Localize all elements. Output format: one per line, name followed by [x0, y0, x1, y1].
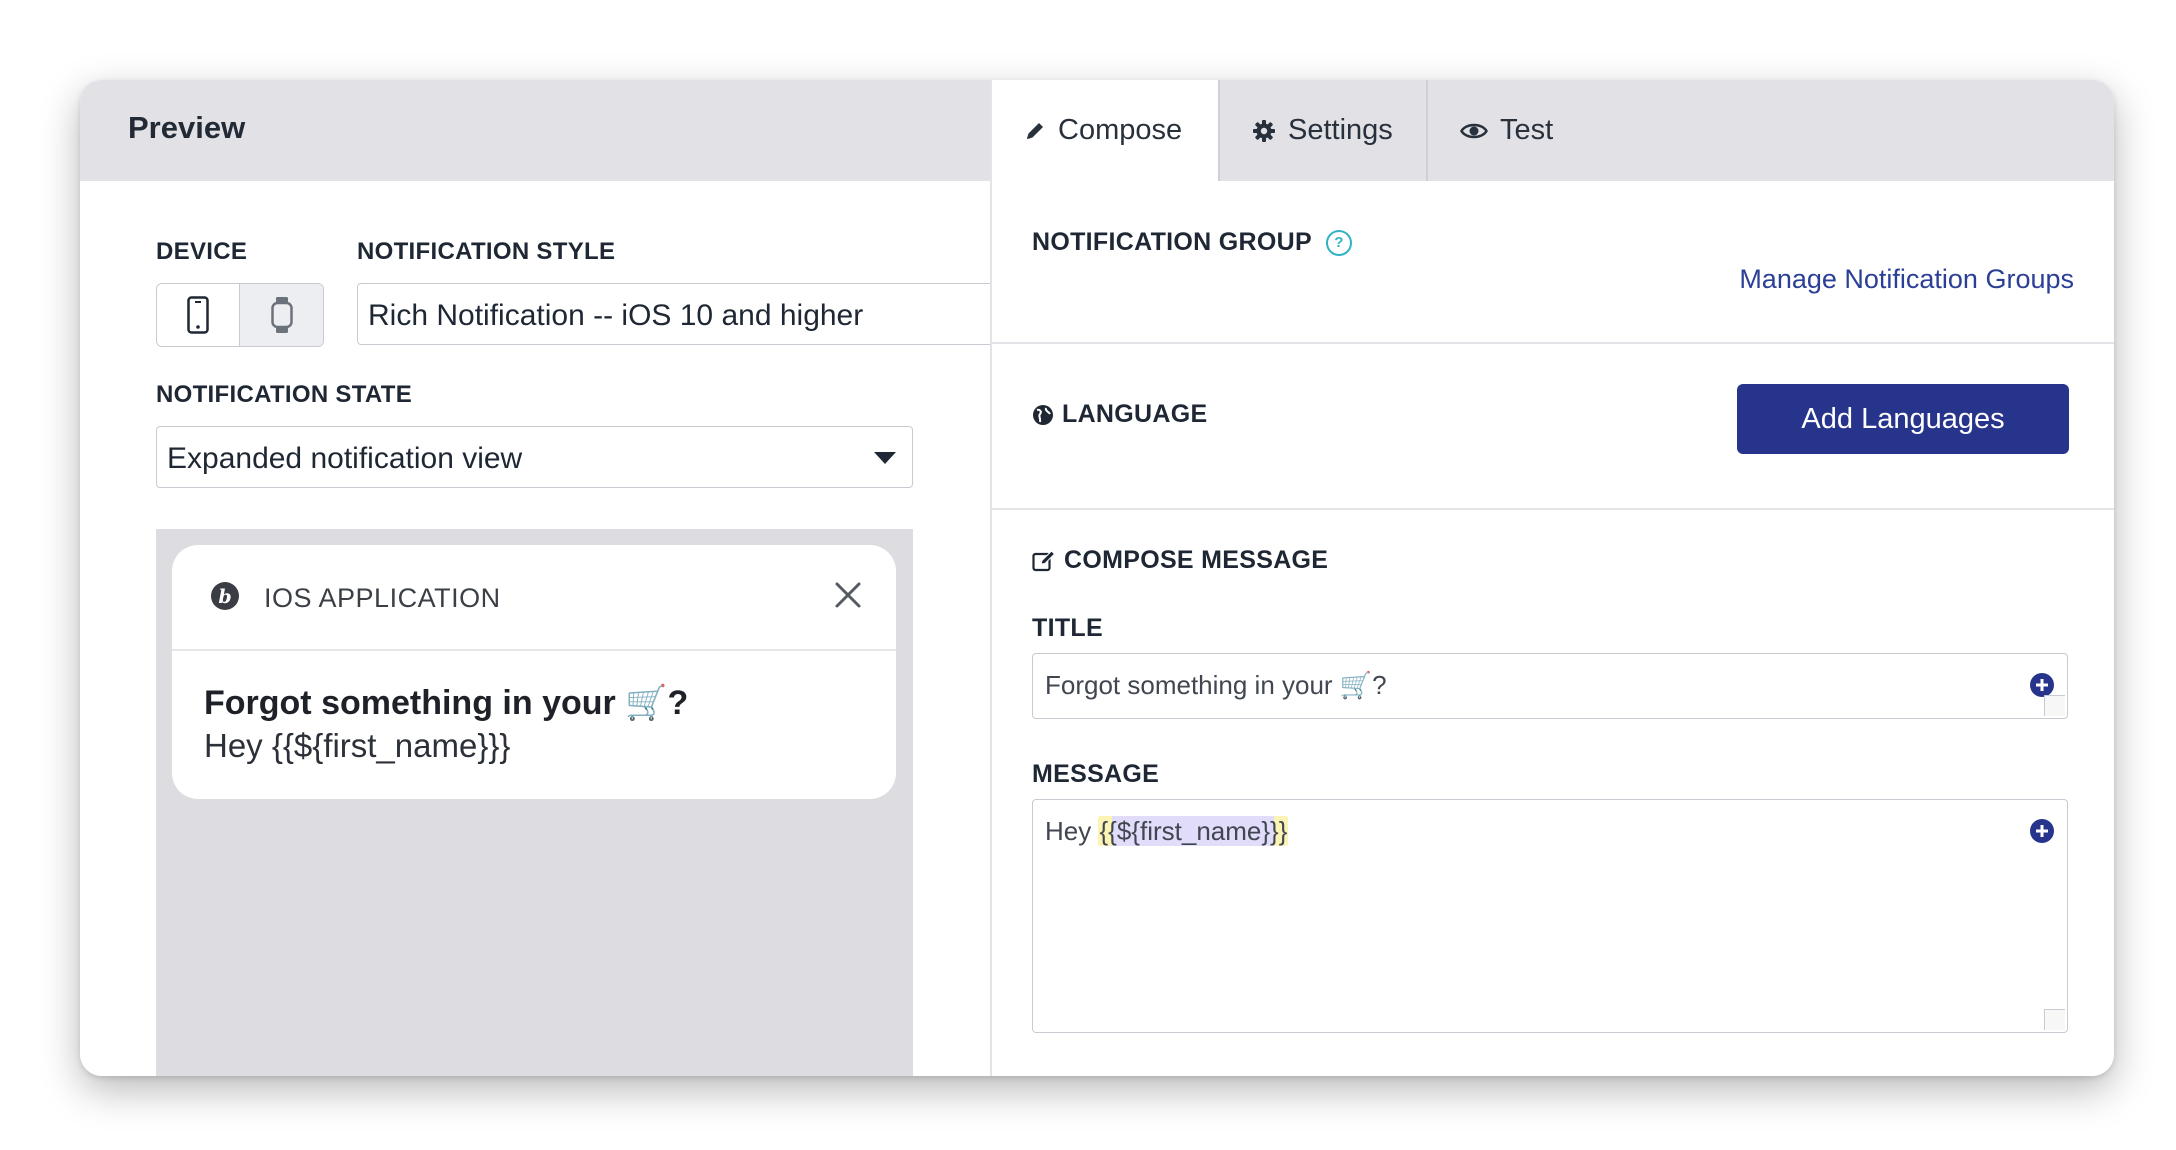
divider — [992, 342, 2114, 344]
compose-message-label: COMPOSE MESSAGE — [1032, 546, 1328, 575]
tab-test[interactable]: Test — [1426, 80, 1606, 181]
tab-compose-label: Compose — [1058, 114, 1183, 146]
preview-header: Preview — [80, 80, 990, 181]
notification-state-value: Expanded notification view — [167, 442, 523, 475]
manage-notification-groups-link[interactable]: Manage Notification Groups — [1739, 264, 2074, 295]
globe-icon — [1033, 404, 1053, 425]
notification-state-label: NOTIFICATION STATE — [156, 381, 413, 408]
svg-text:b: b — [218, 586, 231, 608]
notification-app-name: IOS APPLICATION — [264, 583, 501, 613]
message-textarea[interactable]: Hey {{${first_name}}} — [1032, 799, 2068, 1033]
title-label: TITLE — [1032, 614, 1103, 642]
tab-compose[interactable]: Compose — [992, 80, 1218, 181]
compose-panel: Compose Settings Test NOTIFICATION GROUP… — [990, 80, 2114, 1076]
resize-handle[interactable] — [2044, 695, 2065, 716]
message-textarea-value: Hey {{${first_name}}} — [1045, 816, 1289, 846]
notification-style-label: NOTIFICATION STYLE — [357, 238, 616, 265]
add-personalization-icon[interactable] — [2029, 818, 2055, 844]
notification-header: b IOS APPLICATION — [172, 545, 896, 651]
dropdown-caret-icon — [874, 452, 896, 464]
gear-icon — [1253, 119, 1275, 142]
edit-icon — [1032, 549, 1056, 571]
help-icon[interactable]: ? — [1325, 229, 1352, 256]
campaign-composer-window: Preview DEVICE NOTIFICATION STYLE Rich N… — [80, 80, 2114, 1076]
notification-body: Hey {{${first_name}}} — [204, 727, 511, 764]
close-icon[interactable] — [832, 579, 864, 611]
app-logo-icon: b — [211, 582, 239, 610]
pencil-icon — [1027, 122, 1043, 139]
preview-title: Preview — [128, 110, 246, 145]
phone-device-button[interactable] — [157, 284, 240, 346]
preview-panel: Preview DEVICE NOTIFICATION STYLE Rich N… — [80, 80, 1114, 1076]
watch-device-button[interactable] — [240, 284, 323, 346]
phone-icon — [187, 296, 209, 334]
tab-bar: Compose Settings Test — [992, 80, 2114, 181]
message-label: MESSAGE — [1032, 760, 1160, 788]
eye-icon — [1460, 123, 1488, 138]
add-languages-button[interactable]: Add Languages — [1737, 384, 2069, 454]
notification-style-value: Rich Notification -- iOS 10 and higher — [368, 299, 864, 332]
notification-group-label: NOTIFICATION GROUP ? — [1032, 228, 1352, 257]
watch-icon — [270, 297, 293, 333]
notification-preview-area: b IOS APPLICATION Forgot something in yo… — [156, 529, 913, 1076]
notification-title: Forgot something in your 🛒? — [204, 684, 689, 722]
title-input[interactable]: Forgot something in your 🛒? — [1032, 653, 2068, 719]
device-label: DEVICE — [156, 238, 248, 265]
language-label: LANGUAGE — [1032, 400, 1207, 429]
title-input-value: Forgot something in your 🛒? — [1045, 670, 1387, 700]
liquid-variable-highlight: {{${first_name}}} — [1098, 816, 1289, 846]
notification-state-select[interactable]: Expanded notification view — [156, 426, 913, 488]
divider — [992, 508, 2114, 510]
ios-notification-card: b IOS APPLICATION Forgot something in yo… — [172, 545, 896, 799]
tab-test-label: Test — [1500, 114, 1554, 146]
device-toggle — [156, 283, 324, 347]
tab-settings-label: Settings — [1288, 114, 1393, 146]
tab-settings[interactable]: Settings — [1218, 80, 1426, 181]
resize-handle[interactable] — [2044, 1009, 2065, 1030]
